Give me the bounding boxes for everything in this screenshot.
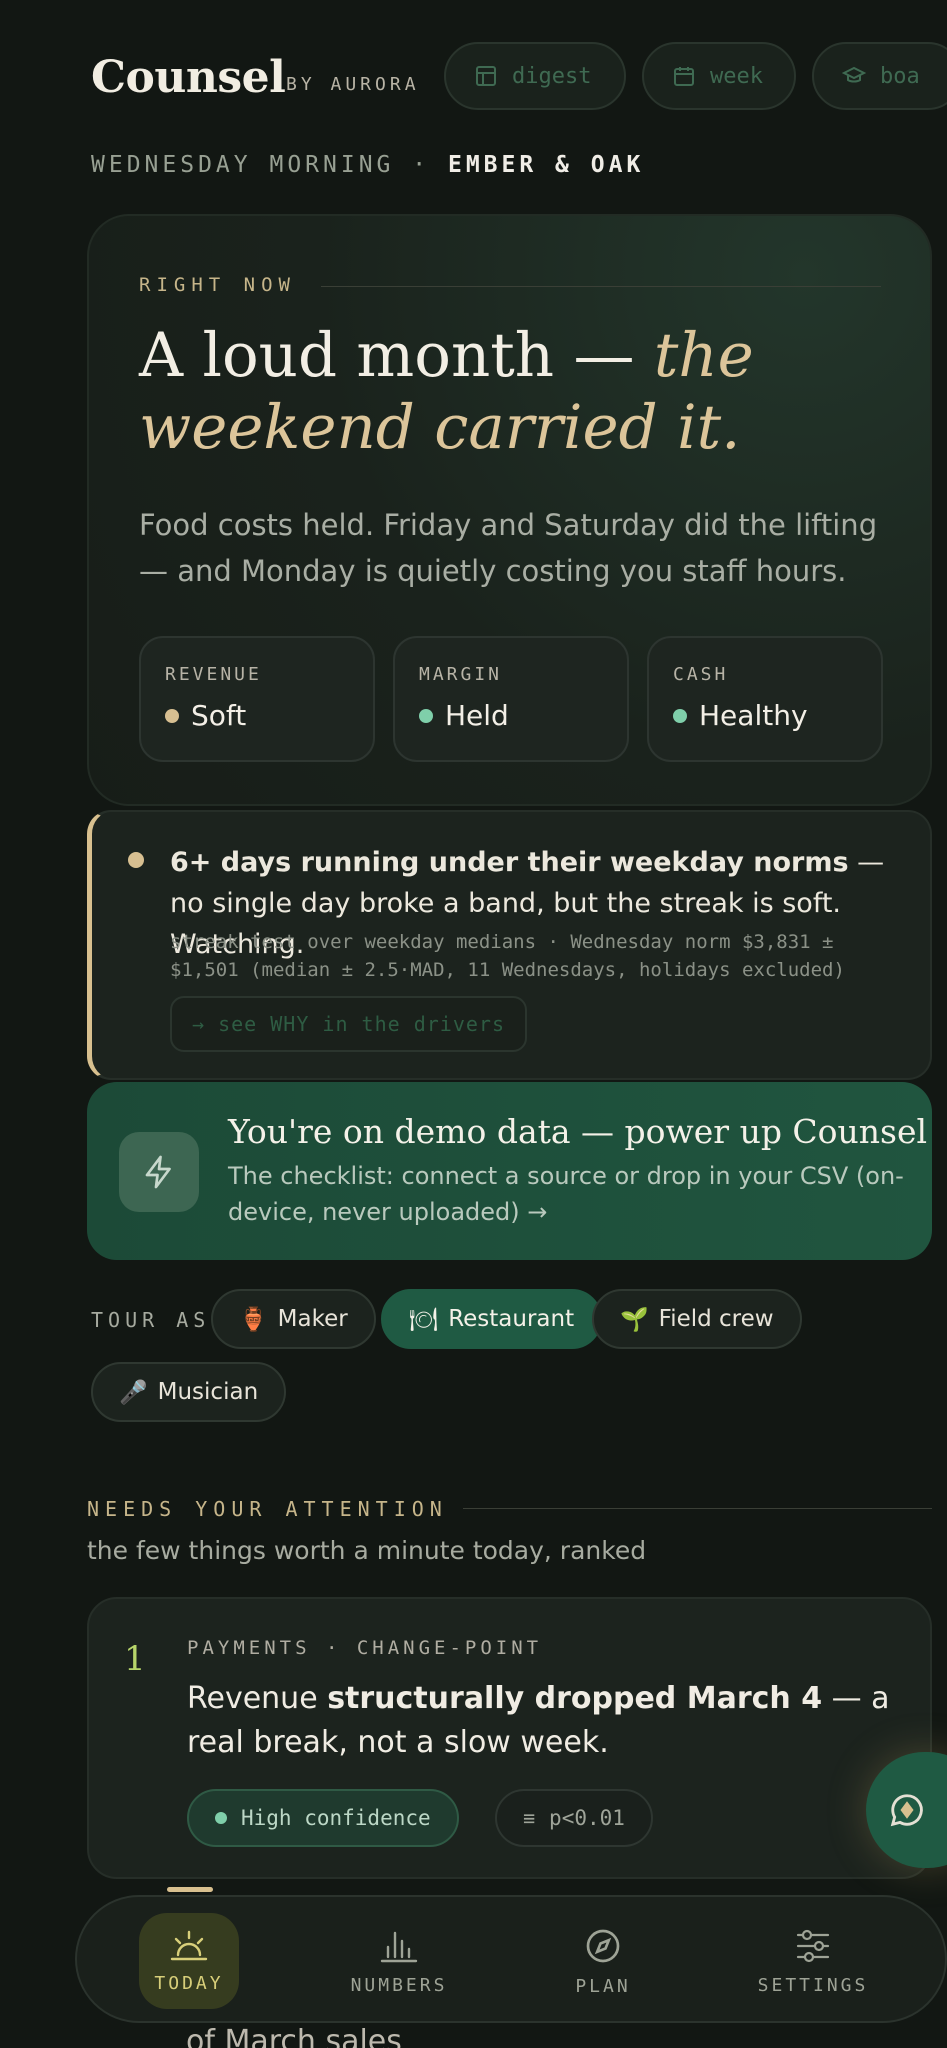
metric-row: REVENUE Soft MARGIN Held CASH Healthy	[139, 636, 883, 762]
hero-card: RIGHT NOW A loud month — the weekend car…	[87, 214, 932, 806]
item-text-pre: Revenue	[187, 1681, 328, 1716]
nav-pill-label: week	[710, 63, 763, 89]
nav-pill-label: digest	[512, 63, 592, 89]
lightning-icon	[119, 1132, 199, 1212]
chat-bubble-icon	[890, 1794, 923, 1827]
p-value-badge[interactable]: ≡ p<0.01	[495, 1789, 653, 1847]
nav-label: SETTINGS	[757, 1974, 869, 1996]
tour-chip-field-crew[interactable]: 🌱 Field crew	[592, 1289, 802, 1349]
tour-chip-maker[interactable]: 🏺 Maker	[211, 1289, 376, 1349]
item-text-bold: structurally dropped March 4	[327, 1681, 823, 1716]
metric-value-row: Healthy	[673, 699, 857, 732]
confidence-dot-icon	[215, 1812, 227, 1824]
nav-numbers[interactable]: NUMBERS	[329, 1913, 469, 2009]
seedling-icon: 🌱	[620, 1306, 649, 1333]
nav-label: TODAY	[154, 1972, 224, 1994]
demo-data-banner[interactable]: You're on demo data — power up Counsel T…	[87, 1082, 932, 1260]
attention-item-card[interactable]: 1 PAYMENTS · CHANGE-POINT Revenue struct…	[87, 1597, 932, 1879]
hero-summary: Food costs held. Friday and Saturday did…	[139, 508, 878, 588]
brand-logo: Counsel	[91, 52, 286, 103]
eyebrow-divider	[321, 286, 881, 287]
chip-label: Field crew	[658, 1306, 774, 1332]
sliders-icon	[796, 1929, 830, 1962]
nav-pill-digest[interactable]: digest	[444, 42, 626, 110]
status-dot-icon	[673, 708, 687, 723]
calendar-icon	[674, 67, 694, 86]
attention-eyebrow: NEEDS YOUR ATTENTION	[87, 1497, 448, 1521]
graduation-cap-icon	[842, 66, 866, 83]
hero-headline: A loud month — the weekend carried it.	[139, 320, 859, 464]
nav-today[interactable]: TODAY	[139, 1913, 239, 2009]
attention-subtitle: the few things worth a minute today, ran…	[87, 1536, 647, 1565]
tour-chip-musician[interactable]: 🎤 Musician	[91, 1362, 287, 1422]
tour-chip-restaurant[interactable]: 🍽 Restaurant	[381, 1289, 603, 1349]
status-dot-icon	[165, 708, 179, 723]
metric-value-row: Held	[419, 699, 603, 732]
active-indicator	[167, 1887, 213, 1892]
microphone-icon: 🎤	[119, 1379, 148, 1406]
bottom-nav: TODAY NUMBERS PLAN SETTINGS	[75, 1887, 947, 2023]
nav-pill-week[interactable]: week	[642, 42, 796, 110]
nav-pill-label: boa	[880, 63, 920, 89]
alert-dot-icon	[128, 852, 144, 868]
headline-plain: A loud month —	[139, 320, 635, 391]
streak-alert-card: 6+ days running under their weekday norm…	[87, 810, 932, 1080]
nav-label: NUMBERS	[350, 1974, 448, 1996]
metric-label: MARGIN	[419, 664, 503, 685]
metric-value: Healthy	[699, 699, 808, 732]
dateline-prefix: WEDNESDAY MORNING ·	[91, 152, 431, 178]
attention-divider	[463, 1508, 932, 1509]
alert-bold: 6+ days running under their weekday norm…	[170, 847, 849, 878]
confidence-label: High confidence	[241, 1806, 431, 1830]
item-text: Revenue structurally dropped March 4 — a…	[187, 1677, 907, 1765]
nav-plan[interactable]: PLAN	[533, 1913, 673, 2009]
bar-chart-icon	[380, 1931, 418, 1962]
vase-icon: 🏺	[239, 1306, 268, 1333]
dateline-place: EMBER & OAK	[447, 152, 645, 178]
metric-margin[interactable]: MARGIN Held	[393, 636, 629, 762]
metric-label: REVENUE	[165, 664, 262, 685]
rank-number: 1	[124, 1639, 146, 1679]
layout-icon	[476, 66, 496, 86]
obscured-text: of March sales	[186, 2024, 402, 2048]
nav-label: PLAN	[575, 1975, 631, 1997]
metric-value: Held	[445, 699, 509, 732]
metric-value: Soft	[191, 699, 247, 732]
plate-icon: 🍽	[409, 1306, 439, 1333]
hero-eyebrow: RIGHT NOW	[139, 274, 296, 296]
dateline: WEDNESDAY MORNING · EMBER & OAK	[91, 152, 644, 178]
status-dot-icon	[419, 708, 433, 723]
item-tag: PAYMENTS · CHANGE-POINT	[187, 1637, 543, 1659]
see-drivers-button[interactable]: → see WHY in the drivers	[170, 996, 527, 1052]
chip-label: Maker	[277, 1306, 348, 1332]
alert-meta: streak test over weekday medians · Wedne…	[170, 931, 845, 981]
tour-label: TOUR AS	[91, 1308, 211, 1332]
equals-icon: ≡	[523, 1806, 536, 1830]
nav-pill-board[interactable]: boa	[812, 42, 947, 110]
metric-revenue[interactable]: REVENUE Soft	[139, 636, 375, 762]
confidence-badge[interactable]: High confidence	[187, 1789, 459, 1847]
nav-settings[interactable]: SETTINGS	[743, 1913, 883, 2009]
metric-cash[interactable]: CASH Healthy	[647, 636, 883, 762]
brand-subtitle: BY AURORA	[286, 74, 420, 95]
chip-label: Musician	[157, 1379, 259, 1405]
chip-label: Restaurant	[448, 1306, 575, 1332]
metric-label: CASH	[673, 664, 729, 685]
compass-icon	[586, 1929, 620, 1962]
metric-value-row: Soft	[165, 699, 349, 732]
sunrise-icon	[170, 1930, 208, 1960]
demo-title: You're on demo data — power up Counsel	[228, 1112, 928, 1151]
demo-subtitle: The checklist: connect a source or drop …	[228, 1162, 904, 1226]
p-value: p<0.01	[549, 1806, 625, 1830]
